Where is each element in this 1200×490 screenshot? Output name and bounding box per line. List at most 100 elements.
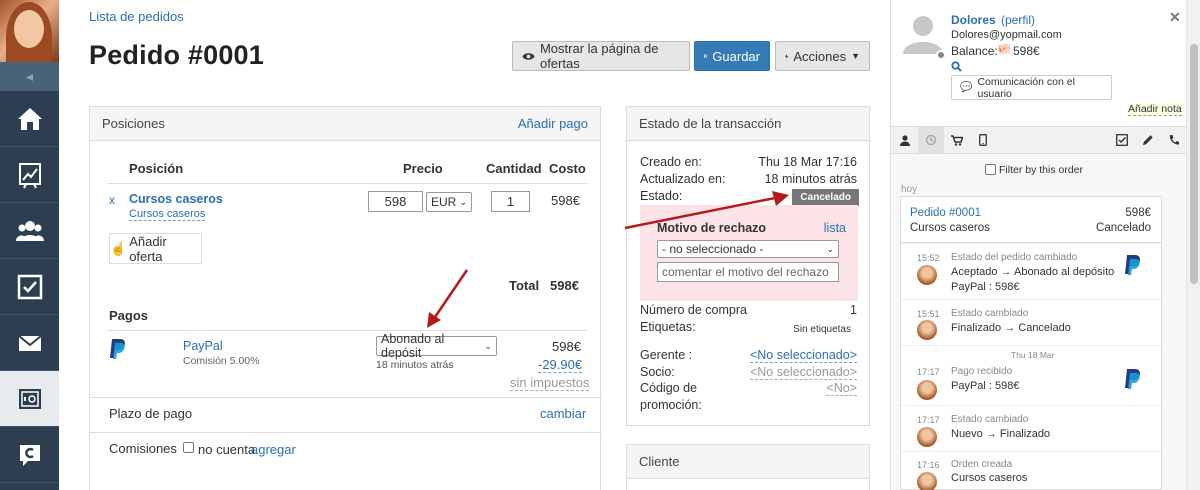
positions-panel: Posiciones Añadir pago Posición Precio C… [89, 106, 602, 490]
tab-phone-icon[interactable] [1161, 127, 1187, 153]
tasks-icon[interactable] [0, 259, 59, 315]
client-heading: Cliente [639, 454, 680, 469]
avatar [917, 472, 937, 490]
user-profile-link[interactable]: (perfil) [1001, 13, 1035, 27]
home-icon[interactable] [0, 91, 59, 147]
search-icon[interactable] [951, 61, 962, 72]
timeline-event: 15:52 Estado del pedido cambiado Aceptad… [901, 243, 1161, 299]
save-button[interactable]: Guardar [694, 41, 770, 71]
purchase-label: Número de compra [640, 303, 747, 317]
positions-header: Posiciones Añadir pago [90, 107, 600, 141]
tags-value[interactable]: Sin etiquetas [793, 324, 851, 335]
user-email: Dolores@yopmail.com [951, 29, 1062, 41]
user-communication-button[interactable]: 💬 Comunicación con el usuario [951, 75, 1112, 100]
payment-amount: 598€ [552, 339, 581, 354]
add-payment-link[interactable]: Añadir pago [518, 116, 588, 131]
payment-status-select[interactable]: Abonado al depósit ⌄ [376, 332, 497, 360]
chat-logo-icon[interactable] [0, 427, 59, 483]
users-icon[interactable] [0, 203, 59, 259]
reject-reason-select[interactable]: - no seleccionado - ⌄ [657, 240, 839, 258]
promo-link[interactable]: <No> [826, 381, 857, 396]
user-avatar[interactable] [0, 0, 59, 62]
promo-label-1: Código de [640, 381, 697, 395]
eye-icon [522, 52, 535, 60]
manager-link[interactable]: <No seleccionado> [749, 348, 857, 363]
total-label: Total [509, 278, 540, 293]
partner-label: Socio: [640, 365, 675, 379]
payment-fee-link[interactable]: -29.90€ [538, 357, 583, 373]
tab-mobile-icon[interactable] [970, 127, 996, 153]
hand-pointer-icon: ☝ [110, 240, 127, 256]
annotation-arrow [625, 191, 789, 230]
quantity-input[interactable]: 1 [491, 191, 530, 212]
currency-value: EUR [431, 195, 457, 209]
filter-order-label: Filter by this order [999, 164, 1084, 176]
no-count-checkbox[interactable] [183, 442, 194, 453]
event-title: Estado del pedido cambiado [951, 252, 1078, 263]
order-main: Lista de pedidos Pedido #0001 Mostrar la… [59, 0, 890, 490]
status-badge[interactable]: Cancelado [792, 189, 859, 206]
day-label: hoy [901, 184, 918, 195]
avatar [917, 427, 937, 447]
add-note-link[interactable]: Añadir nota [1128, 103, 1182, 116]
remove-item-button[interactable]: x [109, 193, 115, 207]
manager-label: Gerente : [640, 348, 693, 362]
reject-list-link[interactable]: lista [824, 221, 846, 235]
date-separator: Thu 18 Mar [901, 345, 1161, 360]
item-sub-link[interactable]: Cursos caseros [129, 208, 206, 221]
tab-edit-icon[interactable] [1135, 127, 1161, 153]
created-value: Thu 18 Mar 17:16 [758, 155, 857, 169]
event-title: Estado cambiado [951, 414, 1029, 425]
transaction-heading: Estado de la transacción [639, 116, 782, 131]
user-name-link[interactable]: Dolores [951, 13, 996, 27]
paypal-link[interactable]: PayPal [183, 339, 223, 353]
sidebar: ◂ [0, 0, 59, 490]
order-amount: 598€ [1125, 207, 1151, 219]
item-name-link[interactable]: Cursos caseros [129, 192, 223, 206]
add-offer-button[interactable]: ☝ Añadir oferta [109, 233, 202, 264]
promo-label-2: promoción: [640, 398, 702, 412]
add-commission-link[interactable]: agregar [251, 442, 296, 457]
order-link[interactable]: Pedido #0001 [910, 207, 981, 219]
event-time: 17:17 [917, 415, 940, 425]
tab-user-icon[interactable] [892, 127, 918, 153]
piggy-bank-icon: 🐖 [997, 42, 1012, 56]
actions-dropdown-button[interactable]: Acciones ▼ [775, 41, 870, 71]
price-input[interactable]: 598 [368, 191, 423, 212]
show-offers-button[interactable]: Mostrar la página de ofertas [512, 41, 690, 71]
tab-tasks-icon[interactable] [1109, 127, 1135, 153]
annotation-arrow [427, 269, 469, 328]
mail-icon[interactable] [0, 315, 59, 371]
payment-term-change-link[interactable]: cambiar [540, 406, 586, 421]
purchase-value: 1 [850, 303, 857, 317]
client-panel: Cliente [626, 444, 870, 490]
balance-label: Balance: [951, 44, 998, 58]
side-panel-scrollbar[interactable] [1186, 0, 1200, 490]
event-line: PayPal : 598€ [951, 281, 1020, 293]
avatar [917, 320, 937, 340]
close-icon[interactable]: ✕ [1169, 9, 1181, 26]
reject-reason-value: - no seleccionado - [662, 242, 764, 256]
status-dot [936, 50, 946, 60]
comments-icon: 💬 [960, 82, 973, 93]
scrollbar-thumb[interactable] [1190, 44, 1198, 284]
reject-comment-input[interactable]: comentar el motivo del rechazo [657, 262, 839, 282]
positions-heading: Posiciones [102, 116, 165, 131]
partner-link[interactable]: <No seleccionado> [749, 365, 857, 380]
timeline-event: 17:17 Pago recibido PayPal : 598€ [901, 356, 1161, 408]
chart-icon[interactable] [0, 147, 59, 203]
safe-icon[interactable] [0, 371, 59, 427]
tab-history-icon[interactable] [918, 127, 944, 153]
currency-select[interactable]: EUR ⌄ [426, 192, 472, 212]
breadcrumb-orders-link[interactable]: Lista de pedidos [89, 9, 184, 24]
transaction-header: Estado de la transacción [627, 107, 869, 141]
collapse-sidebar-icon[interactable]: ◂ [0, 62, 59, 91]
updated-value: 18 minutos atrás [764, 172, 857, 186]
col-quantity: Cantidad [486, 161, 542, 176]
taxes-link[interactable]: sin impuestos [510, 375, 590, 391]
tab-cart-icon[interactable] [944, 127, 970, 153]
filter-order-checkbox[interactable] [985, 164, 996, 175]
payment-time: 18 minutos atrás [376, 359, 454, 371]
col-position: Posición [129, 161, 184, 176]
event-title: Pago recibido [951, 366, 1013, 377]
